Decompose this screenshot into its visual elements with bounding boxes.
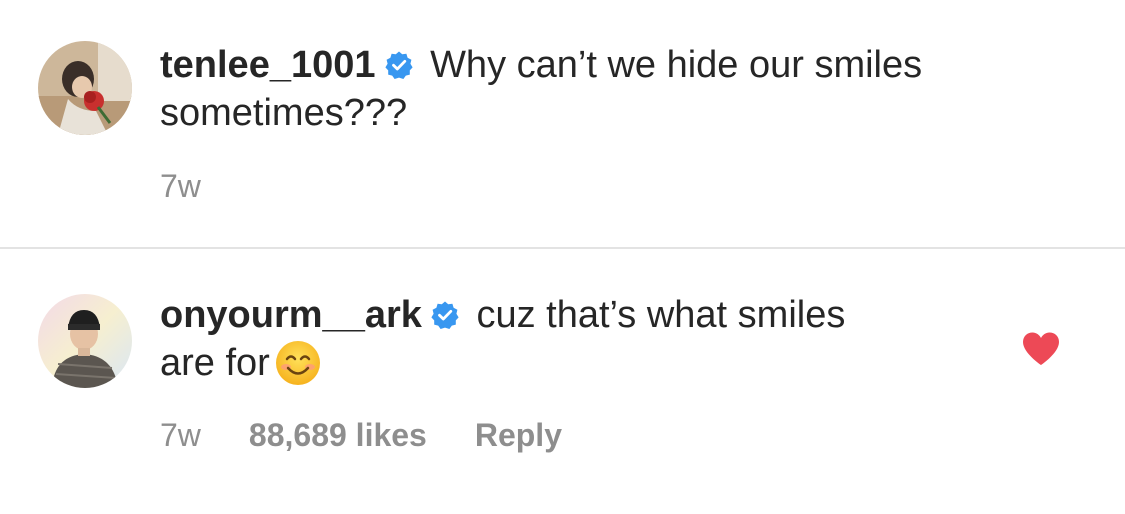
smiling-face-emoji-icon <box>274 339 322 387</box>
likes-count-link[interactable]: 88,689 likes <box>249 415 427 455</box>
reply-button[interactable]: Reply <box>475 415 562 455</box>
comment-body-line-1: cuz that’s what smiles <box>476 294 846 336</box>
comment-meta: 7w <box>160 166 201 206</box>
user-avatar-rose-icon <box>38 41 132 135</box>
verified-badge-icon <box>430 300 460 330</box>
comment-body-line-1: Why can’t we hide our smiles <box>430 44 923 86</box>
comment-item: onyourm__ark cuz that’s what smiles are … <box>0 249 1125 514</box>
comment-text: onyourm__ark cuz that’s what smiles are … <box>160 291 980 387</box>
user-avatar-beanie-icon <box>38 294 132 388</box>
avatar[interactable] <box>38 294 132 388</box>
comment-username[interactable]: onyourm__ark <box>160 294 422 336</box>
verified-badge-icon <box>384 50 414 80</box>
comment-body-line-2: sometimes??? <box>160 92 408 134</box>
comment-text: tenlee_1001 Why can’t we hide our smiles… <box>160 41 1040 137</box>
comment-meta: 7w 88,689 likes Reply <box>160 415 562 455</box>
comment-username[interactable]: tenlee_1001 <box>160 44 376 86</box>
comment-timestamp[interactable]: 7w <box>160 166 201 206</box>
comment-body-line-2: are for <box>160 342 270 384</box>
like-heart-icon[interactable] <box>1021 331 1061 367</box>
comment-timestamp[interactable]: 7w <box>160 415 201 455</box>
comment-item: tenlee_1001 Why can’t we hide our smiles… <box>0 0 1125 248</box>
avatar[interactable] <box>38 41 132 135</box>
